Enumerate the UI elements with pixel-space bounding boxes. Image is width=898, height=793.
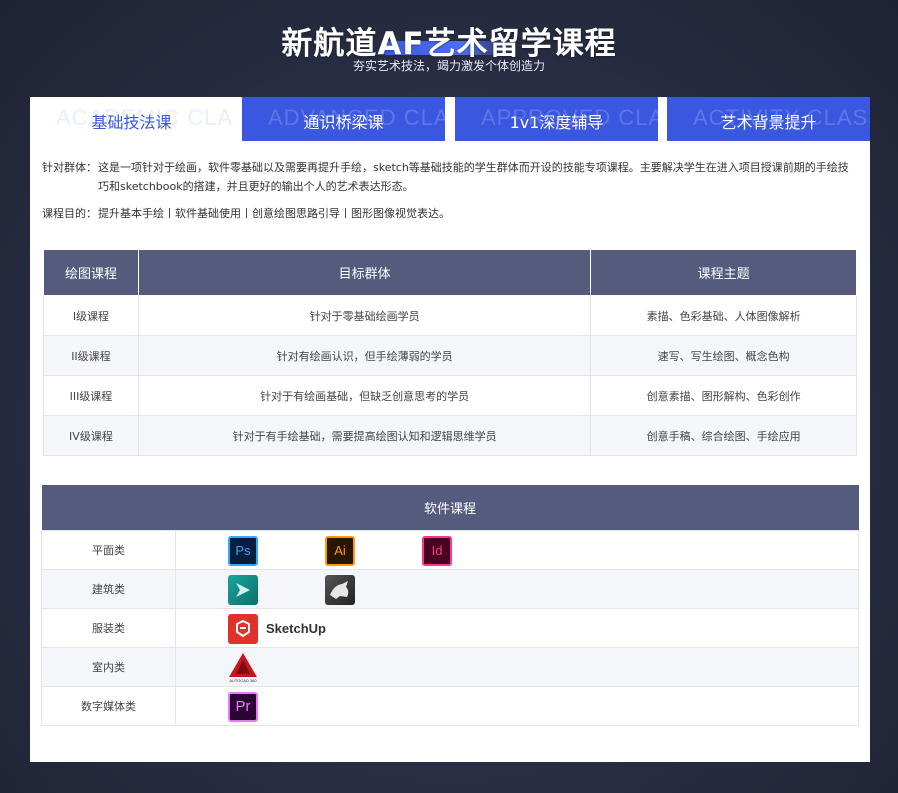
page-header: 新航道AF艺术留学课程 夯实艺术技法，竭力激发个体创造力 <box>0 0 898 96</box>
column-header: 目标群体 <box>137 249 592 296</box>
drawing-course-table: 绘图课程 目标群体 课程主题 I级课程 针对于零基础绘画学员 素描、色彩基础、人… <box>43 249 857 456</box>
category-cell: 建筑类 <box>41 568 176 609</box>
table-cell: II级课程 <box>43 335 139 376</box>
tab-art-background[interactable]: ACTIVITY CLASS 艺术背景提升 <box>667 97 870 141</box>
software-icons-cell: SketchUp <box>175 607 859 648</box>
tab-label: 1v1深度辅导 <box>509 113 604 132</box>
table-cell: I级课程 <box>43 295 139 336</box>
table-row: 服装类 SketchUp <box>41 607 859 648</box>
software-header: 软件课程 <box>41 485 859 530</box>
software-course-table: 软件课程 平面类 Ps Ai Id 建筑类 服装类 SketchUp 室内类 A… <box>41 485 859 726</box>
table-row: 数字媒体类 Pr <box>41 685 859 726</box>
sketchup-label: SketchUp <box>266 620 326 636</box>
column-header: 课程主题 <box>590 249 857 296</box>
audience-text: 这是一项针对于绘画，软件零基础以及需要再提升手绘，sketch等基础技能的学生群… <box>98 161 849 193</box>
table-row: IV级课程 针对于有手绘基础，需要提高绘图认知和逻辑思维学员 创意手稿、综合绘图… <box>43 415 857 456</box>
tab-1v1-tutoring[interactable]: APPROVED CLASS 1v1深度辅导 <box>455 97 658 141</box>
category-cell: 服装类 <box>41 607 176 648</box>
category-cell: 数字媒体类 <box>41 685 176 726</box>
table-cell: 针对有绘画认识，但手绘薄弱的学员 <box>137 335 592 376</box>
category-cell: 平面类 <box>41 529 176 570</box>
table-cell: 针对于有绘画基础，但缺乏创意思考的学员 <box>137 375 592 416</box>
course-card: ACADEMIC CLASS 基础技法课 ADVANCED CLASS 通识桥梁… <box>30 97 870 762</box>
table-row: I级课程 针对于零基础绘画学员 素描、色彩基础、人体图像解析 <box>43 295 857 336</box>
category-cell: 室内类 <box>41 646 176 687</box>
autocad-label: AUTOCAD 360 <box>229 678 257 683</box>
software-icons-cell <box>175 568 859 609</box>
table-cell: 速写、写生绘图、概念色构 <box>590 335 857 376</box>
tab-label: 通识桥梁课 <box>303 113 384 132</box>
table-cell: 素描、色彩基础、人体图像解析 <box>590 295 857 336</box>
table-row: 平面类 Ps Ai Id <box>41 529 859 570</box>
purpose-label: 课程目的： <box>42 207 97 220</box>
page-subtitle: 夯实艺术技法，竭力激发个体创造力 <box>352 59 545 73</box>
tab-label: 基础技法课 <box>91 113 172 132</box>
table-cell: 针对于有手绘基础，需要提高绘图认知和逻辑思维学员 <box>137 415 592 456</box>
table-header-row: 软件课程 <box>41 485 859 530</box>
tab-label: 艺术背景提升 <box>720 113 817 132</box>
table-cell: III级课程 <box>43 375 139 416</box>
column-header: 绘图课程 <box>43 249 139 296</box>
illustrator-icon: Ai <box>325 535 355 566</box>
sketchup-icon <box>228 613 258 644</box>
table-cell: 创意素描、图形解构、色彩创作 <box>590 375 857 416</box>
photoshop-icon: Ps <box>228 535 258 566</box>
autocad-icon: AUTOCAD 360 <box>228 651 258 685</box>
rhino-icon <box>325 574 355 605</box>
purpose-text: 提升基本手绘丨软件基础使用丨创意绘图思路引导丨图形图像视觉表达。 <box>98 207 450 220</box>
tab-basic-skills[interactable]: ACADEMIC CLASS 基础技法课 <box>30 97 233 141</box>
table-cell: 创意手稿、综合绘图、手绘应用 <box>590 415 857 456</box>
table-row: 建筑类 <box>41 568 859 609</box>
software-icons-cell: Ps Ai Id <box>175 529 859 570</box>
software-icons-cell: Pr <box>175 685 859 726</box>
audience-row: 针对群体： 这是一项针对于绘画，软件零基础以及需要再提升手绘，sketch等基础… <box>42 158 858 198</box>
course-tabs: ACADEMIC CLASS 基础技法课 ADVANCED CLASS 通识桥梁… <box>30 97 870 141</box>
table-cell: 针对于零基础绘画学员 <box>137 295 592 336</box>
table-cell: IV级课程 <box>43 415 139 456</box>
table-header-row: 绘图课程 目标群体 课程主题 <box>43 249 857 296</box>
table-row: III级课程 针对于有绘画基础，但缺乏创意思考的学员 创意素描、图形解构、色彩创… <box>43 375 857 416</box>
table-row: 室内类 AUTOCAD 360 <box>41 646 859 687</box>
software-icons-cell: AUTOCAD 360 <box>175 646 859 687</box>
premiere-icon: Pr <box>228 691 258 722</box>
3dsmax-icon <box>228 574 258 605</box>
purpose-row: 课程目的： 提升基本手绘丨软件基础使用丨创意绘图思路引导丨图形图像视觉表达。 <box>42 204 858 224</box>
indesign-icon: Id <box>422 535 452 566</box>
tab-bridge-course[interactable]: ADVANCED CLASS 通识桥梁课 <box>242 97 445 141</box>
table-row: II级课程 针对有绘画认识，但手绘薄弱的学员 速写、写生绘图、概念色构 <box>43 335 857 376</box>
audience-label: 针对群体： <box>42 161 97 174</box>
